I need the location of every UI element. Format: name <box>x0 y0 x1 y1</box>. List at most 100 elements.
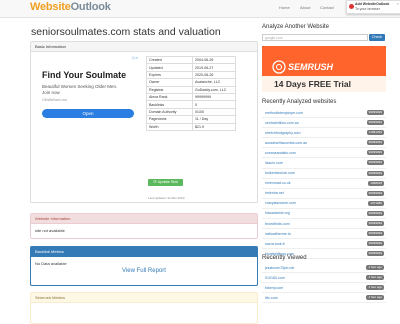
website-link[interactable]: rimexroad.co.uk <box>265 181 291 185</box>
panel-heading: Basic Information <box>31 42 257 52</box>
rank-badge: 99999999 <box>366 210 384 216</box>
rank-badge: 99999999 <box>366 150 384 156</box>
rank-badge: 11881299 <box>366 130 384 136</box>
list-item[interactable]: aussieselltacombs.com.au 99999999 <box>262 138 386 149</box>
website-link[interactable]: stretchfordgraphy.com <box>265 131 301 135</box>
ad-open-button[interactable]: Open <box>42 109 134 118</box>
website-link[interactable]: natioaltherme.to <box>265 232 291 236</box>
info-value: GoDaddy.com, LLC <box>192 85 236 94</box>
info-row: Domain Authority 0/100 <box>146 107 236 117</box>
website-link[interactable]: crazylaszstore.com <box>265 201 296 205</box>
website-link[interactable]: methodistemployer.com <box>265 111 303 115</box>
info-table: Created 2004-06-26 Updated 2019-06-27 Expire… <box>146 55 236 131</box>
last-updated: Last Updated: 22 Mar 2020 <box>148 196 185 200</box>
website-info-panel: Website Information site not available <box>30 213 258 239</box>
list-item[interactable]: natioaltherme.to 99999999 <box>262 229 386 240</box>
info-key: Owner <box>146 78 193 87</box>
website-link[interactable]: lizacin.com <box>265 161 283 165</box>
site-logo[interactable]: WebsiteOutlook <box>30 1 111 13</box>
info-value: 99999999 <box>192 92 236 102</box>
ad-title: Find Your Soulmate <box>42 70 127 80</box>
nav-home-link[interactable]: Home <box>279 5 290 10</box>
panel-body: No Data available <box>35 261 67 266</box>
close-icon[interactable]: × <box>397 1 399 6</box>
website-link[interactable]: aussieselltacombs.com.au <box>265 141 307 145</box>
panel-heading: Semrush Metrics <box>31 293 257 303</box>
list-item[interactable]: hnlenha.net 99999999 <box>262 189 386 199</box>
info-value: 0/100 <box>192 107 236 117</box>
update-stat-button[interactable]: ⟳ Update Stat <box>148 179 183 186</box>
website-link[interactable]: hlaoadamie.org <box>265 211 290 215</box>
semrush-ad-banner[interactable]: SEMRUSH 14 Days FREE Trial <box>262 46 386 92</box>
info-row: Backlinks 0 <box>146 100 236 109</box>
website-link[interactable]: hnlenha.net <box>265 191 284 195</box>
list-item[interactable]: centralmillion.com.au 99999999 <box>262 118 386 129</box>
website-link[interactable]: bulkenbioclub.com <box>265 171 295 175</box>
info-key: Registrar <box>146 85 193 94</box>
list-item[interactable]: methodistemployer.com 99999999 <box>262 108 386 119</box>
list-item[interactable]: sacra.tunk.fr 99999999 <box>262 239 386 250</box>
website-link[interactable]: bikerry.com <box>265 286 283 290</box>
rank-badge: 1 Sec ago <box>366 265 384 270</box>
info-key: Updated <box>146 63 193 72</box>
info-value: 2019-06-27 <box>192 63 236 72</box>
list-item[interactable]: rimexroad.co.uk 1088918 <box>262 179 386 189</box>
advertisement[interactable]: ▷× Find Your Soulmate Beautiful Women Se… <box>38 55 138 135</box>
info-value: $21.9 <box>192 122 236 131</box>
list-item[interactable]: bikerry.com 1 Sec ago <box>262 283 386 294</box>
extension-subtitle: To your browser <box>355 7 380 11</box>
list-item[interactable]: bulkenbioclub.com 99999999 <box>262 169 386 179</box>
rank-badge: 99999999 <box>366 190 384 196</box>
website-link[interactable]: jessboom75pb.net <box>265 266 294 270</box>
list-item[interactable]: 010160.com 1 Sec ago <box>262 273 386 284</box>
list-item[interactable]: crazylaszstore.com 1071980 <box>262 199 386 209</box>
website-link[interactable]: 010160.com <box>265 276 285 280</box>
list-item[interactable]: oceansandsks.com 99999999 <box>262 148 386 159</box>
rank-badge: 99999999 <box>366 110 384 115</box>
extension-icon <box>349 4 354 9</box>
panel-heading: Website Information <box>31 214 257 224</box>
nav-about-link[interactable]: About <box>300 5 310 10</box>
nav-contact-link[interactable]: Contact <box>320 5 334 10</box>
list-item[interactable]: lizacin.com 99999999 <box>262 158 386 169</box>
website-link[interactable]: centralmillion.com.au <box>265 121 299 125</box>
recent-analyzed-title: Recently Analyzed websites <box>262 99 337 105</box>
website-link[interactable]: Itfc.com <box>265 296 278 300</box>
search-input[interactable]: google.com <box>262 34 368 41</box>
extension-title: Add WebsiteOutlook <box>355 2 390 6</box>
rank-badge: 1 Sec ago <box>366 275 384 281</box>
info-row: Pageviews 11 / Day <box>146 115 236 124</box>
info-row: Owner Avalanche, LLC <box>146 78 236 87</box>
website-link[interactable]: broedfinds.com <box>265 222 290 226</box>
list-item[interactable]: hlaoadamie.org 99999999 <box>262 209 386 220</box>
check-button[interactable]: Check <box>369 34 385 41</box>
info-value: 2020-06-26 <box>192 70 236 80</box>
rank-badge: 99999999 <box>366 241 384 247</box>
panel-heading: Backlink Metrics <box>31 247 257 257</box>
info-key: Worth <box>146 122 193 131</box>
view-full-report-link[interactable]: View Full Report <box>31 268 257 274</box>
rank-badge: 1 Sec ago <box>366 285 384 291</box>
info-row: Alexa Rank 99999999 <box>146 92 236 102</box>
list-item[interactable]: jessboom75pb.net 1 Sec ago <box>262 263 386 274</box>
top-navbar: WebsiteOutlook Home About Contact <box>0 0 400 18</box>
recent-analyzed-list: methodistemployer.com 99999999 centralmill… <box>262 108 386 260</box>
ad-brand: GirlsBeforeLove <box>42 98 68 102</box>
adchoices-icon[interactable]: ▷× <box>133 55 138 60</box>
recent-viewed-list: jessboom75pb.net 1 Sec ago 010160.com 1 Sec… <box>262 263 386 304</box>
list-item[interactable]: stretchfordgraphy.com 11881299 <box>262 128 386 139</box>
info-value: 2004-06-26 <box>192 55 236 65</box>
info-row: Created 2004-06-26 <box>146 55 236 65</box>
backlink-metrics-panel: Backlink Metrics No Data available View … <box>30 246 258 286</box>
rank-badge: 99999999 <box>366 221 384 227</box>
panel-body: site not available <box>35 228 65 233</box>
website-link[interactable]: sacra.tunk.fr <box>265 242 285 246</box>
ad-subtitle: Beautiful Women Seeking Older Men. Join … <box>42 84 118 95</box>
info-key: Created <box>146 55 193 65</box>
list-item[interactable]: broedfinds.com 99999999 <box>262 219 386 230</box>
browser-extension-popup[interactable]: Add WebsiteOutlook To your browser × <box>346 0 400 14</box>
rank-badge: 99999999 <box>366 251 384 257</box>
website-link[interactable]: oceansandsks.com <box>265 151 296 155</box>
list-item[interactable]: Itfc.com 1 Sec ago <box>262 293 386 304</box>
info-key: Expires <box>146 70 193 80</box>
